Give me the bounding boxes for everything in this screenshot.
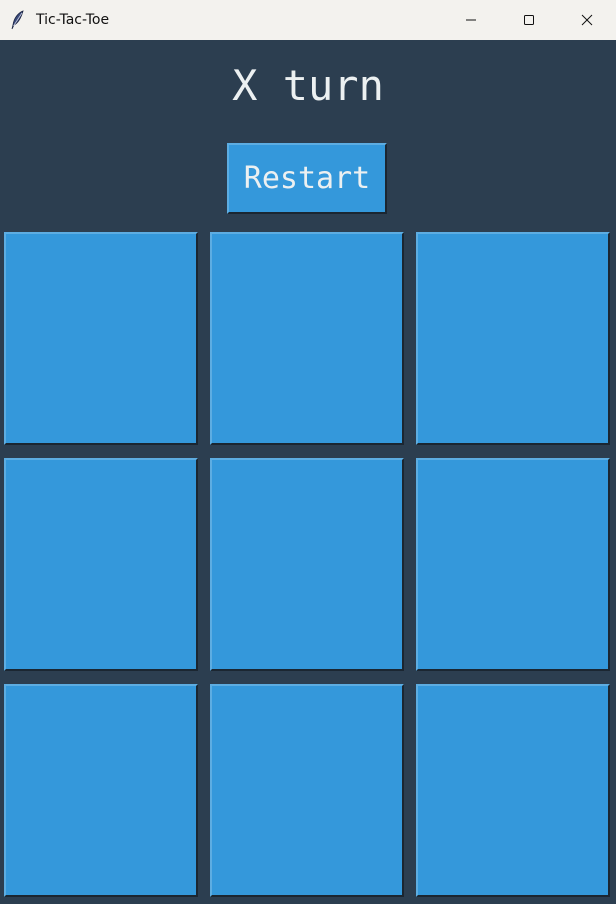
close-button[interactable] — [558, 0, 616, 40]
minimize-button[interactable] — [442, 0, 500, 40]
board-cell-3[interactable] — [416, 232, 610, 445]
board-cell-6[interactable] — [416, 458, 610, 671]
maximize-icon — [524, 15, 534, 25]
board-cell-2[interactable] — [210, 232, 404, 445]
app-window: Tic-Tac-Toe X turn Restart — [0, 0, 616, 904]
feather-icon — [10, 10, 26, 30]
window-title: Tic-Tac-Toe — [36, 12, 110, 28]
maximize-button[interactable] — [500, 0, 558, 40]
turn-status-label: X turn — [232, 61, 384, 110]
board-cell-1[interactable] — [4, 232, 198, 445]
board-cell-7[interactable] — [4, 684, 198, 897]
minimize-icon — [466, 19, 476, 21]
title-bar[interactable]: Tic-Tac-Toe — [0, 0, 616, 40]
restart-button[interactable]: Restart — [227, 143, 387, 214]
board-cell-5[interactable] — [210, 458, 404, 671]
board-cell-8[interactable] — [210, 684, 404, 897]
board-cell-4[interactable] — [4, 458, 198, 671]
close-icon — [581, 14, 593, 26]
board-cell-9[interactable] — [416, 684, 610, 897]
